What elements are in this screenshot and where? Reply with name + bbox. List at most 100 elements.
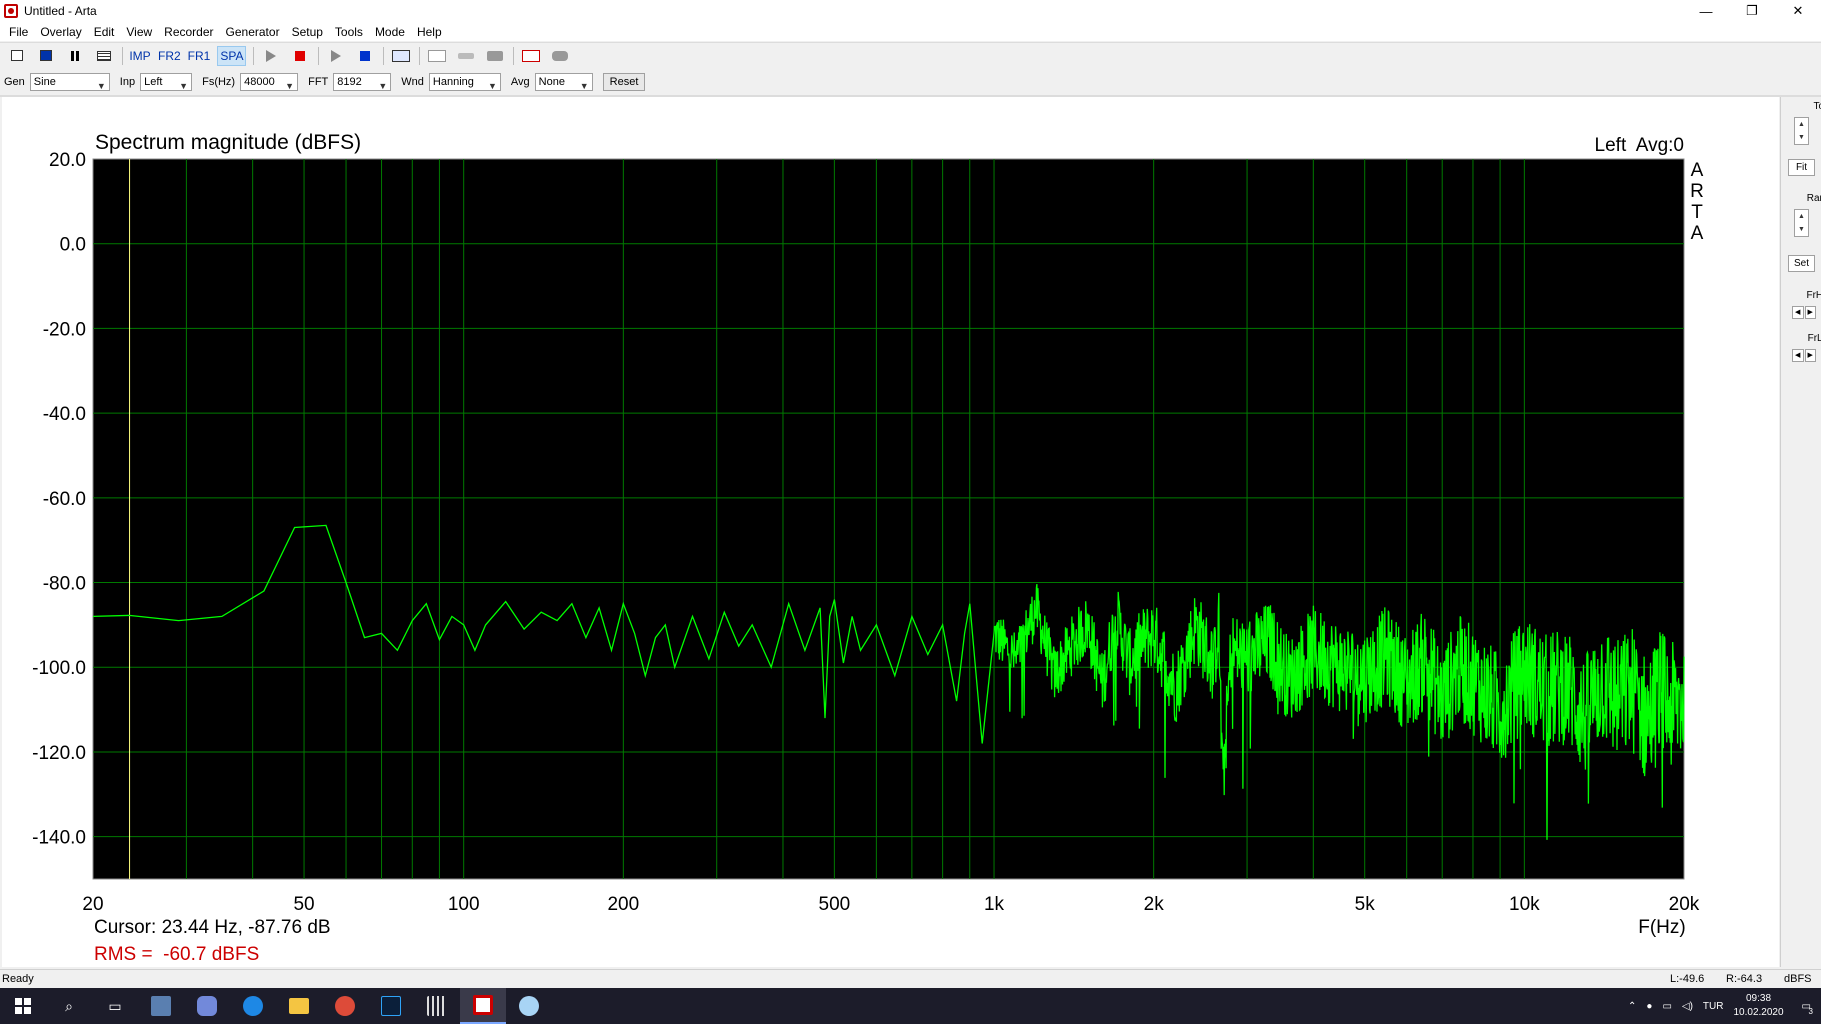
fit-button[interactable]: Fit	[1788, 159, 1815, 176]
menu-edit[interactable]: Edit	[88, 25, 121, 39]
toolbar-separator	[419, 46, 421, 65]
menu-mode[interactable]: Mode	[369, 25, 411, 39]
restore-button[interactable]: ❐	[1729, 0, 1775, 22]
folder-icon	[289, 998, 309, 1014]
taskbar-app-chrome[interactable]	[322, 988, 368, 1024]
minimize-button[interactable]: —	[1683, 0, 1729, 22]
taskbar-app-photoshop[interactable]	[368, 988, 414, 1024]
menu-view[interactable]: View	[120, 25, 158, 39]
opus-icon	[151, 996, 171, 1016]
x-tick-label: 50	[293, 894, 314, 915]
microphone-icon[interactable]: ●	[1646, 1001, 1652, 1012]
photoshop-icon	[381, 996, 401, 1016]
down-arrow-icon[interactable]: ▼	[1795, 223, 1808, 236]
stop-icon	[360, 50, 371, 61]
rms-readout: RMS = -60.7 dBFS	[94, 944, 259, 965]
fft-select[interactable]: 8192 ▼	[333, 73, 392, 91]
generator-play-button[interactable]	[325, 46, 347, 66]
play-button[interactable]	[260, 46, 282, 66]
task-view-button[interactable]: ▭	[92, 988, 138, 1024]
fs-select[interactable]: 48000 ▼	[240, 73, 299, 91]
menu-help[interactable]: Help	[411, 25, 448, 39]
right-arrow-icon[interactable]: ▶	[1804, 306, 1816, 319]
inp-select[interactable]: Left ▼	[140, 73, 193, 91]
right-arrow-icon[interactable]: ▶	[1804, 349, 1816, 362]
plot-area[interactable]	[92, 158, 1685, 880]
taskbar-app-opus[interactable]	[138, 988, 184, 1024]
pause-button[interactable]	[64, 46, 86, 66]
controls-bar: Gen Sine ▼ Inp Left ▼ Fs(Hz) 48000 ▼ FFT 81…	[0, 70, 1821, 94]
scope-button[interactable]	[520, 46, 542, 66]
discord-icon	[197, 996, 217, 1016]
taskbar-app-calculator[interactable]	[414, 988, 460, 1024]
task-view-icon: ▭	[108, 997, 122, 1014]
avg-select[interactable]: None ▼	[534, 73, 593, 91]
status-text: Ready	[2, 973, 34, 985]
menu-tools[interactable]: Tools	[329, 25, 369, 39]
link-button[interactable]	[455, 46, 477, 66]
left-arrow-icon[interactable]: ◀	[1792, 349, 1804, 362]
x-tick-label: 2k	[1144, 894, 1165, 915]
left-arrow-icon[interactable]: ◀	[1792, 306, 1804, 319]
gen-select[interactable]: Sine ▼	[29, 73, 110, 91]
frlow-spinner[interactable]: ◀ ▶	[1792, 349, 1817, 362]
menu-recorder[interactable]: Recorder	[158, 25, 219, 39]
stop-icon	[295, 50, 306, 61]
frhigh-spinner[interactable]: ◀ ▶	[1792, 306, 1817, 319]
volume-icon[interactable]: ◁)	[1682, 1001, 1693, 1012]
window-controls: — ❐ ✕	[1683, 0, 1821, 22]
tray-chevron-up-icon[interactable]: ⌃	[1628, 1001, 1636, 1012]
taskbar-app-edge[interactable]	[230, 988, 276, 1024]
close-button[interactable]: ✕	[1775, 0, 1821, 22]
new-file-button[interactable]	[6, 46, 28, 66]
top-spinner[interactable]: ▲ ▼	[1794, 117, 1809, 145]
taskbar-app-paint[interactable]	[506, 988, 552, 1024]
up-arrow-icon[interactable]: ▲	[1795, 118, 1808, 131]
record-settings-button[interactable]	[390, 46, 412, 66]
dial-button[interactable]	[549, 46, 571, 66]
x-tick-label: 500	[819, 894, 851, 915]
generator-stop-button[interactable]	[354, 46, 376, 66]
filter-button[interactable]	[426, 46, 448, 66]
table-button[interactable]	[93, 46, 115, 66]
watermark-letter: A	[1691, 160, 1704, 181]
reset-button[interactable]: Reset	[602, 73, 646, 91]
meter-button[interactable]	[484, 46, 506, 66]
clock[interactable]: 09:38 10.02.2020	[1733, 992, 1783, 1020]
menu-overlay[interactable]: Overlay	[34, 25, 87, 39]
arta-icon	[473, 995, 493, 1015]
spectrum-chart[interactable]: Spectrum magnitude (dBFS) Left Avg:0 A R…	[2, 97, 1779, 967]
taskbar-app-discord[interactable]	[184, 988, 230, 1024]
record-icon	[392, 49, 411, 62]
stop-record-button[interactable]	[289, 46, 311, 66]
fr1-mode-button[interactable]: FR1	[188, 46, 211, 66]
taskbar-app-arta[interactable]	[460, 988, 506, 1024]
spectrum-graph-panel[interactable]: Spectrum magnitude (dBFS) Left Avg:0 A R…	[2, 97, 1779, 967]
wnd-select[interactable]: Hanning ▼	[428, 73, 501, 91]
fr2-mode-button[interactable]: FR2	[158, 46, 181, 66]
spa-mode-button[interactable]: SPA	[217, 45, 247, 66]
language-indicator[interactable]: TUR	[1703, 1001, 1724, 1012]
play-icon	[266, 49, 277, 62]
level-unit: dBFS	[1784, 973, 1812, 985]
up-arrow-icon[interactable]: ▲	[1795, 210, 1808, 223]
menu-setup[interactable]: Setup	[286, 25, 329, 39]
taskbar-app-explorer[interactable]	[276, 988, 322, 1024]
set-button[interactable]: Set	[1788, 255, 1815, 272]
range-spinner[interactable]: ▲ ▼	[1794, 209, 1809, 237]
watermark-letter: R	[1690, 181, 1704, 202]
y-tick-label: 0.0	[60, 235, 86, 256]
start-button[interactable]	[0, 988, 46, 1024]
down-arrow-icon[interactable]: ▼	[1795, 131, 1808, 144]
watermark-letter: T	[1691, 202, 1703, 223]
open-file-button[interactable]	[35, 46, 57, 66]
table-icon	[97, 50, 111, 61]
menu-generator[interactable]: Generator	[220, 25, 286, 39]
notification-center-icon[interactable]: ▭ 3	[1802, 1001, 1813, 1016]
search-button[interactable]: ⌕	[46, 988, 92, 1024]
chevron-down-icon: ▼	[96, 81, 106, 91]
network-icon[interactable]: ▭	[1662, 1001, 1671, 1012]
x-tick-label: 5k	[1355, 894, 1376, 915]
imp-mode-button[interactable]: IMP	[129, 46, 151, 66]
menu-file[interactable]: File	[3, 25, 34, 39]
